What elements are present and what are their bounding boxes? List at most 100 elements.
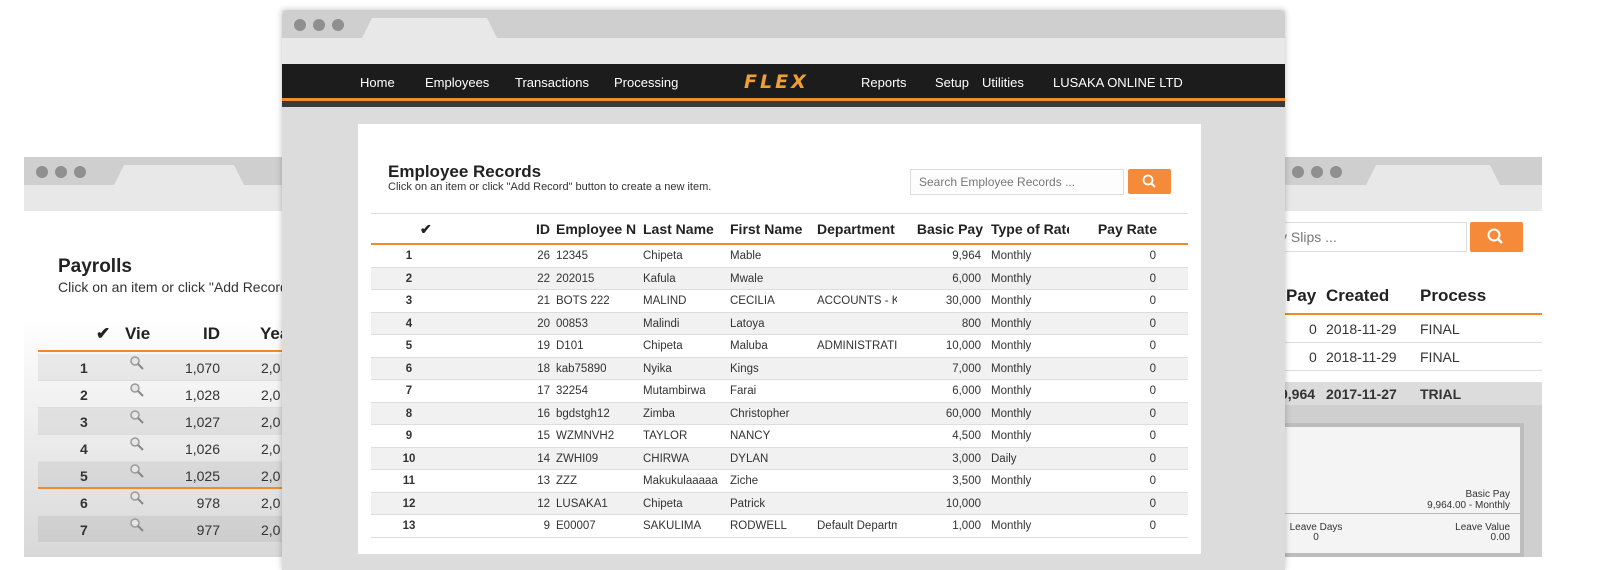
last-name-cell: Mutambirwa — [643, 385, 706, 397]
table-row[interactable]: 2 1,028 2,0 — [38, 381, 314, 408]
column-header-id[interactable]: ID — [520, 221, 550, 237]
pay-rate-cell: 0 — [1149, 475, 1156, 487]
table-row[interactable]: 9 15 WZMNVH2 TAYLOR NANCY 4,500 Monthly 0 — [371, 425, 1188, 448]
window-close-dot[interactable] — [36, 166, 48, 178]
table-row[interactable]: 7 977 2,0 — [38, 516, 314, 543]
pay-rate-cell: 0 — [1149, 520, 1156, 532]
table-row[interactable]: 10 14 ZWHI09 CHIRWA DYLAN 3,000 Daily 0 — [371, 447, 1188, 470]
table-row[interactable]: 0 2018-11-29 FINAL — [1280, 343, 1542, 371]
select-all-check-icon[interactable]: ✔ — [420, 221, 432, 238]
last-name-cell: Malindi — [643, 317, 680, 330]
column-header-first-name[interactable]: First Name — [730, 221, 812, 237]
pay-rate-cell: 0 — [1149, 362, 1156, 375]
table-row[interactable]: 11 13 ZZZ Makukulaaaaa Ziche 3,500 Monthly 0 — [371, 470, 1188, 493]
first-name-cell: CECILIA — [730, 295, 775, 307]
view-magnifier-icon[interactable] — [128, 381, 148, 404]
view-magnifier-icon[interactable] — [128, 408, 148, 431]
table-row[interactable]: 6 978 2,0 — [38, 489, 314, 516]
table-row[interactable]: 1 26 12345 Chipeta Mable 9,964 Monthly 0 — [371, 245, 1188, 268]
window-close-dot[interactable] — [1292, 166, 1304, 178]
nav-reports[interactable]: Reports — [861, 75, 907, 90]
window-minimize-dot[interactable] — [1311, 166, 1323, 178]
table-row[interactable]: 7 17 32254 Mutambirwa Farai 6,000 Monthly 0 — [371, 380, 1188, 403]
table-row[interactable]: 5 19 D101 Chipeta Maluba ADMINISTRATI 10,000 Mo… — [371, 335, 1188, 358]
view-magnifier-icon[interactable] — [128, 462, 148, 485]
payrolls-window: Payrolls Click on an item or click "Add … — [24, 157, 314, 557]
row-number: 5 — [405, 340, 413, 352]
window-close-dot[interactable] — [294, 19, 306, 31]
payslip-detail-panel: Basic Pay 9,964.00 - Monthly Leave Days … — [1280, 405, 1542, 557]
window-maximize-dot[interactable] — [332, 19, 344, 31]
column-header-employee-no[interactable]: Employee N — [556, 221, 636, 237]
column-header-rate-type[interactable]: Type of Rate — [991, 221, 1069, 237]
column-header-department[interactable]: Department — [817, 221, 907, 237]
table-row[interactable]: 4 20 00853 Malindi Latoya 800 Monthly 0 — [371, 312, 1188, 335]
view-magnifier-icon[interactable] — [128, 435, 148, 458]
table-row[interactable]: 0 2018-11-29 FINAL — [1280, 315, 1542, 343]
records-card: Employee Records Click on an item or cli… — [358, 124, 1201, 554]
column-header-basic-pay[interactable]: Basic Pay — [907, 221, 983, 237]
pay-rate-cell: 0 — [1149, 452, 1156, 465]
table-row[interactable]: 3 1,027 2,0 — [38, 408, 314, 435]
column-header-view[interactable]: Vie — [125, 324, 150, 344]
column-header-pay[interactable]: Pay — [1286, 286, 1316, 306]
table-row[interactable]: 3 21 BOTS 222 MALIND CECILIA ACCOUNTS - K 30,0… — [371, 290, 1188, 313]
table-row[interactable]: 12 12 LUSAKA1 Chipeta Patrick 10,000 0 — [371, 492, 1188, 515]
nav-setup[interactable]: Setup — [935, 75, 969, 90]
pay-rate-cell: 0 — [1149, 430, 1156, 442]
last-name-cell: Chipeta — [643, 497, 683, 510]
basic-pay-cell: 3,500 — [952, 475, 981, 487]
window-maximize-dot[interactable] — [74, 166, 86, 178]
id-cell: 14 — [537, 452, 550, 465]
select-all-check-icon[interactable]: ✔ — [96, 324, 110, 344]
employee-no-cell: bgdstgh12 — [556, 407, 610, 420]
first-name-cell: Maluba — [730, 340, 768, 352]
id-cell: 13 — [537, 475, 550, 487]
rate-type-cell: Monthly — [991, 362, 1032, 375]
id-cell: 20 — [537, 317, 550, 330]
table-row[interactable]: 5 1,025 2,0 — [38, 462, 314, 489]
search-button[interactable] — [1470, 222, 1523, 252]
year-cell: 2,0 — [261, 468, 281, 484]
column-header-process[interactable]: Process — [1420, 286, 1486, 306]
row-number: 5 — [80, 468, 88, 484]
table-row[interactable]: 6 18 kab75890 Nyika Kings 7,000 Monthly 0 — [371, 357, 1188, 380]
nav-company[interactable]: LUSAKA ONLINE LTD — [1053, 75, 1183, 90]
search-input[interactable]: y Slips ... — [1280, 222, 1467, 252]
window-minimize-dot[interactable] — [55, 166, 67, 178]
department-cell: ACCOUNTS - K — [817, 295, 897, 307]
view-magnifier-icon[interactable] — [128, 489, 148, 512]
leave-days-value: 0 — [1313, 532, 1319, 543]
table-row-selected[interactable]: 9,964 2017-11-27 TRIAL — [1280, 382, 1542, 406]
nav-home[interactable]: Home — [360, 75, 395, 90]
pay-rate-cell: 0 — [1149, 250, 1156, 262]
view-magnifier-icon[interactable] — [128, 516, 148, 539]
employee-no-cell: E00007 — [556, 520, 596, 532]
window-minimize-dot[interactable] — [313, 19, 325, 31]
row-number: 9 — [405, 430, 413, 442]
table-row[interactable]: 2 22 202015 Kafula Mwale 6,000 Monthly 0 — [371, 267, 1188, 290]
browser-tab[interactable] — [114, 165, 244, 185]
table-row[interactable]: 4 1,026 2,0 — [38, 435, 314, 462]
nav-transactions[interactable]: Transactions — [515, 75, 589, 90]
pay-rate-cell: 0 — [1149, 317, 1156, 330]
nav-employees[interactable]: Employees — [425, 75, 489, 90]
nav-utilities[interactable]: Utilities — [982, 75, 1024, 90]
column-header-last-name[interactable]: Last Name — [643, 221, 725, 237]
process-cell: FINAL — [1420, 321, 1460, 337]
column-header-pay-rate[interactable]: Pay Rate — [1077, 221, 1157, 237]
pay-rate-cell: 0 — [1149, 407, 1156, 420]
table-row[interactable]: 8 16 bgdstgh12 Zimba Christopher 60,000 Monthl… — [371, 402, 1188, 425]
flex-logo[interactable]: FLEX — [744, 71, 809, 93]
column-header-id[interactable]: ID — [203, 324, 220, 344]
column-header-created[interactable]: Created — [1326, 286, 1389, 306]
view-magnifier-icon[interactable] — [128, 354, 148, 377]
search-button[interactable] — [1128, 169, 1171, 194]
browser-tab[interactable] — [1366, 165, 1500, 185]
browser-tab[interactable] — [362, 18, 497, 38]
table-row[interactable]: 13 9 E00007 SAKULIMA RODWELL Default Departm 1… — [371, 515, 1188, 538]
search-input[interactable]: Search Employee Records ... — [910, 169, 1124, 195]
nav-processing[interactable]: Processing — [614, 75, 678, 90]
window-maximize-dot[interactable] — [1330, 166, 1342, 178]
table-row[interactable]: 1 1,070 2,0 — [38, 354, 314, 381]
